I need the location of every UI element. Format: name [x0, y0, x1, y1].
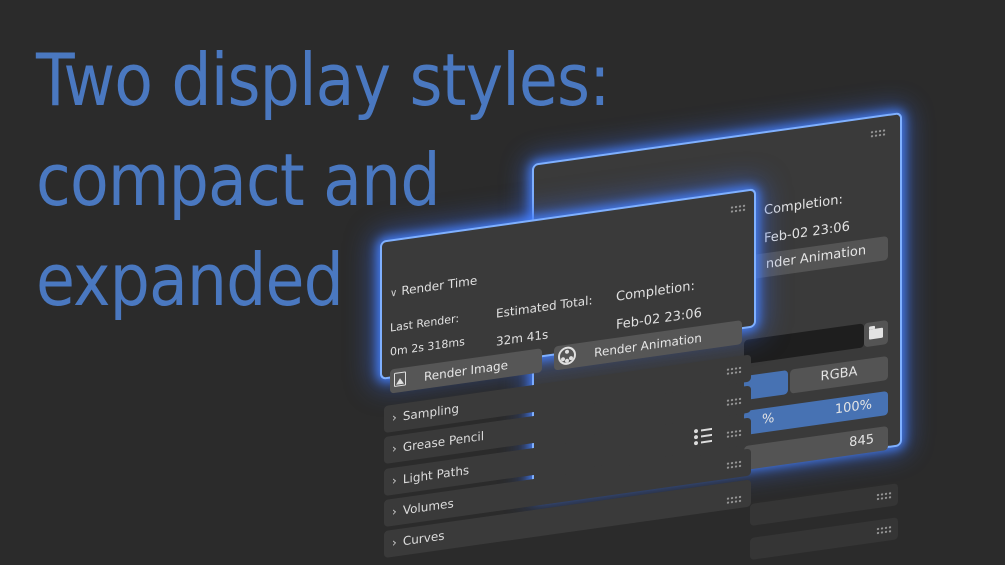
panel-grip-icon[interactable]	[870, 128, 886, 139]
compact-panel-header[interactable]: ∨ Render Time	[390, 273, 477, 299]
row-grip-icon[interactable]	[876, 525, 892, 536]
chevron-right-icon: ›	[392, 473, 397, 488]
estimated-total-value: 32m 41s	[496, 327, 549, 349]
estimated-total-label: Estimated Total:	[496, 293, 593, 321]
subpanel-label: › Curves	[392, 528, 445, 550]
panel-grip-icon[interactable]	[730, 203, 746, 214]
chevron-right-icon: ›	[392, 504, 397, 519]
row-grip-icon[interactable]	[726, 459, 742, 470]
list-icon[interactable]	[694, 427, 712, 446]
chevron-right-icon: ›	[392, 441, 397, 456]
subpanel-label: › Light Paths	[392, 463, 470, 488]
chevron-right-icon: ›	[392, 410, 397, 425]
number-field[interactable]: 845	[744, 425, 888, 471]
row-grip-icon[interactable]	[726, 428, 742, 439]
subpanel-label: › Sampling	[392, 401, 459, 425]
row-grip-icon[interactable]	[726, 494, 742, 505]
folder-icon	[869, 327, 883, 340]
background-row	[750, 517, 898, 560]
subpanel-label: › Grease Pencil	[392, 428, 485, 456]
percent-value: 100%	[834, 397, 872, 418]
chevron-down-icon: ∨	[390, 287, 398, 300]
expanded-completion-label: Completion:	[764, 192, 843, 219]
subpanel-label: › Volumes	[392, 496, 454, 519]
headline-line-1: Two display styles:	[36, 38, 611, 122]
headline-line-2: compact and	[36, 138, 441, 222]
percent-symbol: %	[762, 410, 775, 428]
compact-panel-title: Render Time	[401, 273, 478, 299]
last-render-label: Last Render:	[390, 311, 460, 335]
output-path-field[interactable]	[744, 323, 864, 365]
chevron-right-icon: ›	[392, 535, 397, 550]
row-grip-icon[interactable]	[726, 365, 742, 376]
last-render-value: 0m 2s 318ms	[390, 335, 465, 359]
rgba-button[interactable]: RGBA	[790, 355, 888, 394]
folder-browse-button[interactable]	[864, 319, 888, 348]
row-grip-icon[interactable]	[726, 396, 742, 407]
row-grip-icon[interactable]	[876, 491, 892, 502]
completion-label: Completion:	[616, 278, 695, 305]
